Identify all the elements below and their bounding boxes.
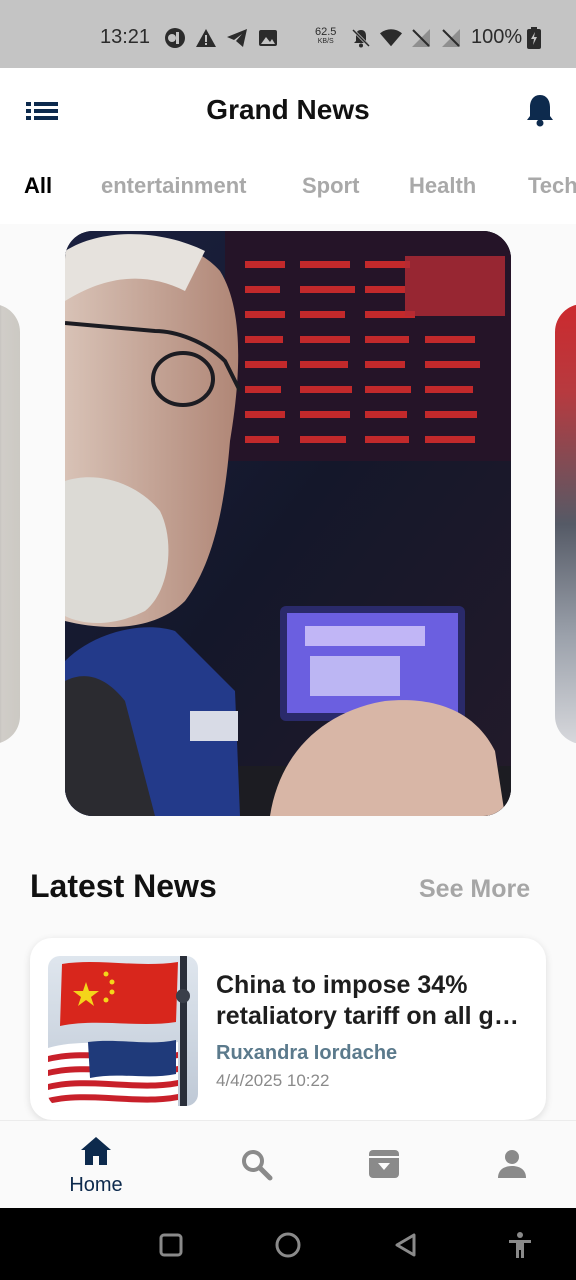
latest-news-title: Latest News <box>30 868 217 904</box>
app-header: Grand News <box>0 68 576 154</box>
wifi-icon <box>380 27 402 49</box>
battery-percentage: 100% <box>471 26 523 48</box>
mute-icon <box>350 27 372 49</box>
status-time: 13:21 <box>100 26 151 48</box>
tab-tech[interactable]: Tech <box>528 173 576 199</box>
status-bar: 13:21 62.5 KB/S 100% <box>0 0 576 68</box>
search-icon <box>242 1150 273 1181</box>
app-title: Grand News <box>206 94 370 125</box>
person-icon <box>498 1150 526 1178</box>
app-icon <box>164 27 186 49</box>
bell-icon[interactable] <box>522 92 558 128</box>
nav-profile[interactable] <box>472 1147 552 1186</box>
tab-health[interactable]: Health <box>409 173 476 199</box>
nav-search[interactable] <box>216 1147 296 1186</box>
carousel-card-featured[interactable] <box>65 231 511 816</box>
carousel-card-previous[interactable] <box>0 304 20 744</box>
notification-icons <box>164 27 279 49</box>
featured-image <box>65 231 511 816</box>
nav-home[interactable]: Home <box>56 1135 136 1197</box>
home-icon <box>81 1137 111 1165</box>
no-signal-icon <box>440 27 462 49</box>
news-thumbnail <box>48 956 198 1106</box>
network-speed-unit: KB/S <box>317 38 334 45</box>
tab-sport[interactable]: Sport <box>302 173 359 199</box>
system-icons <box>350 27 462 49</box>
see-more-link[interactable]: See More <box>419 875 530 904</box>
telegram-icon <box>226 27 248 49</box>
no-signal-icon <box>410 27 432 49</box>
archive-icon <box>369 1150 399 1178</box>
tab-entertainment[interactable]: entertainment <box>101 173 246 199</box>
news-card[interactable]: China to impose 34% retaliatory tariff o… <box>30 938 546 1120</box>
tab-all[interactable]: All <box>24 173 52 199</box>
news-author: Ruxandra Iordache <box>216 1042 398 1064</box>
news-headline-line1: China to impose 34% <box>216 971 468 999</box>
news-headline-line2: retaliatory tariff on all g… <box>216 1002 519 1030</box>
nav-archive[interactable] <box>344 1147 424 1186</box>
featured-carousel <box>0 224 576 824</box>
category-tabs: All entertainment Sport Health Tech <box>0 154 576 224</box>
accessibility-icon[interactable] <box>505 1230 535 1260</box>
battery-charging-icon <box>527 27 541 54</box>
network-speed: 62.5 KB/S <box>315 27 336 47</box>
bottom-navigation: Home <box>0 1120 576 1208</box>
news-date: 4/4/2025 10:22 <box>216 1071 330 1090</box>
system-navigation-bar <box>0 1208 576 1280</box>
back-icon[interactable] <box>391 1230 421 1260</box>
carousel-card-next[interactable] <box>555 304 576 744</box>
nav-home-label: Home <box>69 1174 123 1196</box>
home-circle-icon[interactable] <box>273 1230 303 1260</box>
image-icon <box>257 27 279 49</box>
warning-icon <box>195 27 217 49</box>
recents-icon[interactable] <box>156 1230 186 1260</box>
news-headline: China to impose 34% retaliatory tariff o… <box>216 970 526 1032</box>
